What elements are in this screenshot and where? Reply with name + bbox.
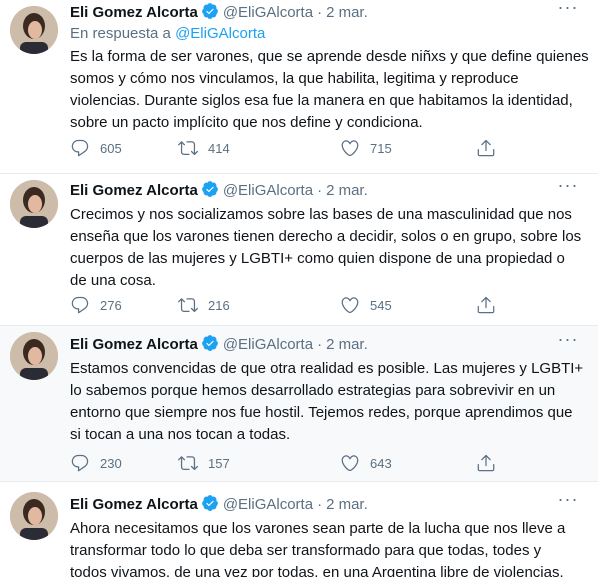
avatar[interactable] [10,6,58,54]
tweet-actions: 276 216 545 [70,294,500,316]
tweet[interactable]: Eli Gomez Alcorta @EliGAlcorta · 2 mar. ···… [0,482,598,577]
tweet[interactable]: Eli Gomez Alcorta @EliGAlcorta · 2 mar. ···… [0,326,598,482]
author-handle[interactable]: @EliGAlcorta [223,336,313,353]
avatar[interactable] [10,492,58,540]
like-button[interactable]: 643 [340,452,392,474]
retweet-button[interactable]: 157 [178,452,230,474]
like-button[interactable]: 715 [340,137,392,159]
retweet-button[interactable]: 216 [178,294,230,316]
tweet-header: Eli Gomez Alcorta @EliGAlcorta · 2 mar. [70,494,368,514]
reply-button[interactable]: 230 [70,452,122,474]
like-count: 643 [370,455,392,471]
like-button[interactable]: 545 [340,294,392,316]
tweet-text: Estamos convencidas de que otra realidad… [70,360,584,443]
reply-count: 276 [100,297,122,313]
author-handle[interactable]: @EliGAlcorta [223,496,313,513]
tweet-header: Eli Gomez Alcorta @EliGAlcorta · 2 mar. [70,180,368,200]
more-icon[interactable]: ··· [556,0,580,20]
share-icon [476,138,496,158]
avatar[interactable] [10,332,58,380]
tweet-text: Es la forma de ser varones, que se apren… [70,48,589,131]
reply-icon [70,295,90,315]
tweet-date[interactable]: 2 mar. [326,182,368,199]
tweet-text: Crecimos y nos socializamos sobre las ba… [70,206,582,289]
more-icon[interactable]: ··· [556,490,580,512]
share-button[interactable] [476,452,496,474]
retweet-icon [178,295,198,315]
tweet[interactable]: Eli Gomez Alcorta @EliGAlcorta · 2 mar. ···… [0,0,598,174]
separator-dot: · [317,182,323,199]
share-icon [476,295,496,315]
separator-dot: · [317,336,323,353]
tweet-date[interactable]: 2 mar. [326,4,368,21]
reply-icon [70,453,90,473]
share-icon [476,453,496,473]
retweet-button[interactable]: 414 [178,137,230,159]
author-handle[interactable]: @EliGAlcorta [223,4,313,21]
avatar[interactable] [10,180,58,228]
verified-badge-icon [201,494,219,518]
tweet-actions: 605 414 715 [70,137,500,159]
like-count: 545 [370,297,392,313]
author-name[interactable]: Eli Gomez Alcorta [70,336,198,353]
tweet[interactable]: Eli Gomez Alcorta @EliGAlcorta · 2 mar. ···… [0,174,598,326]
reply-prefix: En respuesta a [70,25,171,42]
heart-icon [340,138,360,158]
reply-count: 230 [100,455,122,471]
reply-button[interactable]: 605 [70,137,122,159]
reply-context: En respuesta a @EliGAlcorta [70,24,265,44]
share-button[interactable] [476,294,496,316]
verified-badge-icon [201,2,219,26]
more-icon[interactable]: ··· [556,176,580,198]
author-name[interactable]: Eli Gomez Alcorta [70,182,198,199]
tweet-date[interactable]: 2 mar. [326,336,368,353]
tweet-text: Ahora necesitamos que los varones sean p… [70,520,566,577]
reply-icon [70,138,90,158]
author-handle[interactable]: @EliGAlcorta [223,182,313,199]
tweet-header: Eli Gomez Alcorta @EliGAlcorta · 2 mar. [70,334,368,354]
author-name[interactable]: Eli Gomez Alcorta [70,496,198,513]
reply-count: 605 [100,140,122,156]
author-name[interactable]: Eli Gomez Alcorta [70,4,198,21]
reply-handle-link[interactable]: @EliGAlcorta [175,25,265,42]
retweet-count: 414 [208,140,230,156]
tweet-header: Eli Gomez Alcorta @EliGAlcorta · 2 mar. [70,2,368,22]
share-button[interactable] [476,137,496,159]
tweet-thread: Eli Gomez Alcorta @EliGAlcorta · 2 mar. ···… [0,0,598,577]
separator-dot: · [317,496,323,513]
retweet-count: 216 [208,297,230,313]
reply-button[interactable]: 276 [70,294,122,316]
verified-badge-icon [201,180,219,204]
tweet-actions: 230 157 643 [70,452,500,474]
heart-icon [340,295,360,315]
like-count: 715 [370,140,392,156]
verified-badge-icon [201,334,219,358]
separator-dot: · [317,4,323,21]
more-icon[interactable]: ··· [556,330,580,352]
heart-icon [340,453,360,473]
retweet-icon [178,453,198,473]
tweet-date[interactable]: 2 mar. [326,496,368,513]
retweet-icon [178,138,198,158]
retweet-count: 157 [208,455,230,471]
